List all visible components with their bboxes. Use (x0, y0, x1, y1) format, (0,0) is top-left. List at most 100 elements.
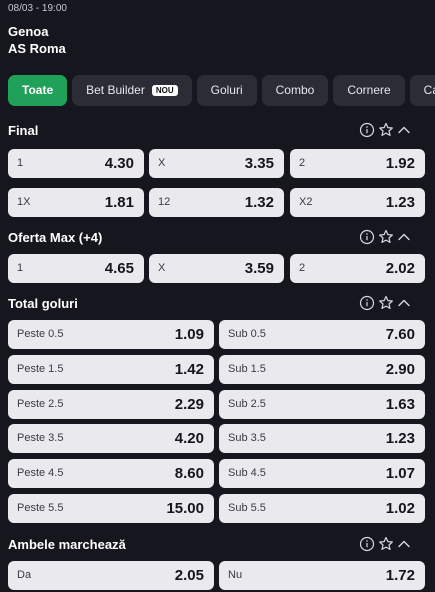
odd-button-peste-5-5[interactable]: Peste 5.5 15.00 (8, 494, 214, 523)
odd-label: Sub 3.5 (228, 432, 266, 444)
tab-label: Bet Builder (86, 83, 145, 97)
odd-value: 1.23 (385, 430, 415, 447)
tab-label: Cartonașe (423, 83, 435, 97)
chevron-up-icon[interactable] (397, 229, 411, 245)
odd-button-sub-4-5[interactable]: Sub 4.5 1.07 (219, 459, 425, 488)
section-title-total-goluri: Total goluri (8, 296, 78, 311)
odd-label: 1X (17, 196, 31, 208)
odd-value: 2.02 (385, 260, 415, 277)
odd-value: 1.72 (385, 567, 415, 584)
odd-value: 8.60 (174, 465, 204, 482)
chevron-up-icon[interactable] (397, 536, 411, 552)
tab-combo[interactable]: Combo (261, 75, 329, 106)
odd-value: 1.02 (385, 500, 415, 517)
odd-label: 1 (17, 262, 24, 274)
odd-button-nu[interactable]: Nu 1.72 (219, 561, 425, 590)
odd-button-final-1[interactable]: 1 4.30 (8, 149, 144, 178)
odd-button-peste-0-5[interactable]: Peste 0.5 1.09 (8, 320, 214, 349)
star-icon[interactable] (378, 122, 394, 138)
odd-button-peste-4-5[interactable]: Peste 4.5 8.60 (8, 459, 214, 488)
odd-label: Peste 1.5 (17, 363, 64, 375)
odd-label: 1 (17, 157, 24, 169)
odd-button-peste-1-5[interactable]: Peste 1.5 1.42 (8, 355, 214, 384)
away-team: AS Roma (8, 41, 66, 56)
odd-label: Peste 4.5 (17, 467, 64, 479)
odd-label: Peste 5.5 (17, 502, 64, 514)
odd-button-peste-2-5[interactable]: Peste 2.5 2.29 (8, 390, 214, 419)
odd-label: X (158, 157, 166, 169)
odd-label: Peste 0.5 (17, 328, 64, 340)
odd-value: 1.63 (385, 396, 415, 413)
odd-value: 7.60 (385, 326, 415, 343)
market-tabs: Toate Bet Builder NOU Goluri Combo Cornere Car… (8, 75, 435, 106)
section-title-ambele-marcheaza: Ambele marchează (8, 537, 126, 552)
odd-value: 3.59 (244, 260, 274, 277)
odd-button-oferta-x[interactable]: X 3.59 (149, 254, 284, 283)
odd-label: X (158, 262, 166, 274)
odd-button-final-2[interactable]: 2 1.92 (290, 149, 425, 178)
odd-value: 1.81 (104, 194, 134, 211)
odd-button-final-x[interactable]: X 3.35 (149, 149, 284, 178)
odd-value: 4.30 (104, 155, 134, 172)
odd-value: 1.23 (385, 194, 415, 211)
new-badge: NOU (151, 85, 178, 96)
match-datetime: 08/03 - 19:00 (8, 3, 67, 14)
section-actions-oferta-max (359, 229, 411, 247)
odd-label: Da (17, 569, 32, 581)
odd-value: 4.65 (104, 260, 134, 277)
odd-button-sub-1-5[interactable]: Sub 1.5 2.90 (219, 355, 425, 384)
odd-value: 3.35 (244, 155, 274, 172)
section-title-oferta-max: Oferta Max (+4) (8, 230, 103, 245)
tab-toate[interactable]: Toate (8, 75, 68, 106)
tab-cornere[interactable]: Cornere (333, 75, 405, 106)
odd-label: Peste 2.5 (17, 398, 64, 410)
home-team: Genoa (8, 24, 49, 39)
odd-value: 1.07 (385, 465, 415, 482)
odd-label: Peste 3.5 (17, 432, 64, 444)
odd-value: 2.90 (385, 361, 415, 378)
section-actions-total-goluri (359, 295, 411, 313)
odd-button-peste-3-5[interactable]: Peste 3.5 4.20 (8, 424, 214, 453)
odd-label: Sub 5.5 (228, 502, 266, 514)
section-actions-final (359, 122, 411, 140)
odd-value: 2.29 (174, 396, 204, 413)
info-icon[interactable] (359, 122, 375, 138)
odd-button-final-x2[interactable]: X2 1.23 (290, 188, 425, 217)
tab-goluri[interactable]: Goluri (196, 75, 257, 106)
chevron-up-icon[interactable] (397, 295, 411, 311)
odd-button-sub-0-5[interactable]: Sub 0.5 7.60 (219, 320, 425, 349)
odd-value: 4.20 (174, 430, 204, 447)
odd-value: 1.32 (244, 194, 274, 211)
info-icon[interactable] (359, 295, 375, 311)
chevron-up-icon[interactable] (397, 122, 411, 138)
odd-button-da[interactable]: Da 2.05 (8, 561, 214, 590)
info-icon[interactable] (359, 536, 375, 552)
odd-value: 2.05 (174, 567, 204, 584)
star-icon[interactable] (378, 295, 394, 311)
odd-button-sub-2-5[interactable]: Sub 2.5 1.63 (219, 390, 425, 419)
odd-value: 15.00 (166, 500, 204, 517)
odd-label: Sub 2.5 (228, 398, 266, 410)
star-icon[interactable] (378, 229, 394, 245)
odd-button-final-12[interactable]: 12 1.32 (149, 188, 284, 217)
odd-value: 1.92 (385, 155, 415, 172)
odd-label: 12 (158, 196, 171, 208)
tab-label: Toate (22, 83, 54, 97)
odd-label: Sub 4.5 (228, 467, 266, 479)
odd-label: Nu (228, 569, 243, 581)
star-icon[interactable] (378, 536, 394, 552)
odd-value: 1.42 (174, 361, 204, 378)
odd-button-sub-3-5[interactable]: Sub 3.5 1.23 (219, 424, 425, 453)
odd-label: Sub 0.5 (228, 328, 266, 340)
tab-label: Combo (275, 83, 315, 97)
odd-button-sub-5-5[interactable]: Sub 5.5 1.02 (219, 494, 425, 523)
tab-bet-builder[interactable]: Bet Builder NOU (72, 75, 192, 106)
info-icon[interactable] (359, 229, 375, 245)
tab-label: Goluri (210, 83, 243, 97)
odd-button-oferta-1[interactable]: 1 4.65 (8, 254, 144, 283)
tab-cartonase[interactable]: Cartonașe (409, 75, 435, 106)
odd-value: 1.09 (174, 326, 204, 343)
section-actions-ambele (359, 536, 411, 554)
odd-button-final-1x[interactable]: 1X 1.81 (8, 188, 144, 217)
odd-button-oferta-2[interactable]: 2 2.02 (290, 254, 425, 283)
